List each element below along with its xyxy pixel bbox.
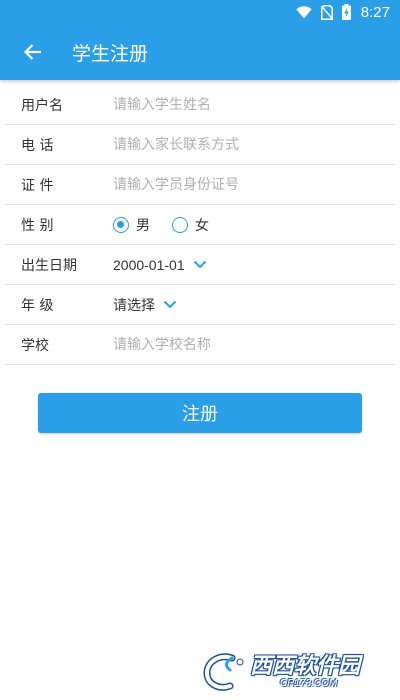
gender-radio-group: 男 女 (113, 215, 231, 235)
radio-checked-icon (113, 216, 129, 233)
chevron-down-icon (163, 300, 177, 309)
grade-row: 年 级 请选择 (5, 285, 395, 325)
radio-unchecked-icon (172, 216, 188, 233)
school-row: 学校 (5, 325, 395, 365)
school-label: 学校 (21, 337, 49, 354)
birthdate-row: 出生日期 2000-01-01 (5, 245, 395, 285)
birthdate-select[interactable]: 2000-01-01 (113, 257, 207, 273)
gender-female-label: 女 (195, 217, 209, 234)
toolbar: 学生注册 (0, 24, 400, 80)
username-label: 用户名 (21, 97, 63, 114)
back-button[interactable] (20, 39, 46, 65)
gender-label: 性 别 (21, 217, 54, 234)
grade-label: 年 级 (21, 297, 54, 314)
gender-radio-female[interactable]: 女 (172, 215, 209, 235)
no-sim-icon (320, 4, 333, 20)
id-card-input[interactable] (113, 169, 383, 200)
grade-select[interactable]: 请选择 (113, 295, 177, 315)
watermark-sub-text: CR173.COM (280, 677, 338, 689)
gender-male-label: 男 (136, 217, 150, 234)
status-time: 8:27 (360, 3, 390, 21)
registration-form: 用户名 电 话 证 件 性 别 男 女 出生日期 2000-01-01 (5, 85, 395, 365)
id-card-label: 证 件 (21, 177, 54, 194)
birthdate-value: 2000-01-01 (113, 256, 185, 273)
birthdate-label: 出生日期 (21, 257, 77, 274)
app-bar: 8:27 学生注册 (0, 0, 400, 80)
phone-label: 电 话 (21, 137, 54, 154)
register-button[interactable]: 注册 (38, 393, 362, 433)
username-input[interactable] (113, 89, 383, 120)
wifi-icon (296, 5, 312, 19)
watermark: 西西软件园 CR173.COM (202, 652, 382, 692)
watermark-logo-icon (202, 652, 248, 692)
grade-value: 请选择 (113, 297, 155, 314)
id-card-row: 证 件 (5, 165, 395, 205)
gender-row: 性 别 男 女 (5, 205, 395, 245)
battery-charging-icon (341, 4, 351, 20)
chevron-down-icon (193, 260, 207, 269)
arrow-left-icon (24, 44, 41, 60)
phone-row: 电 话 (5, 125, 395, 165)
school-input[interactable] (113, 329, 383, 360)
username-row: 用户名 (5, 85, 395, 125)
page-title: 学生注册 (72, 42, 149, 65)
watermark-main-text: 西西软件园 (250, 653, 361, 679)
status-bar: 8:27 (0, 0, 400, 24)
gender-radio-male[interactable]: 男 (113, 215, 150, 235)
phone-input[interactable] (113, 129, 383, 160)
